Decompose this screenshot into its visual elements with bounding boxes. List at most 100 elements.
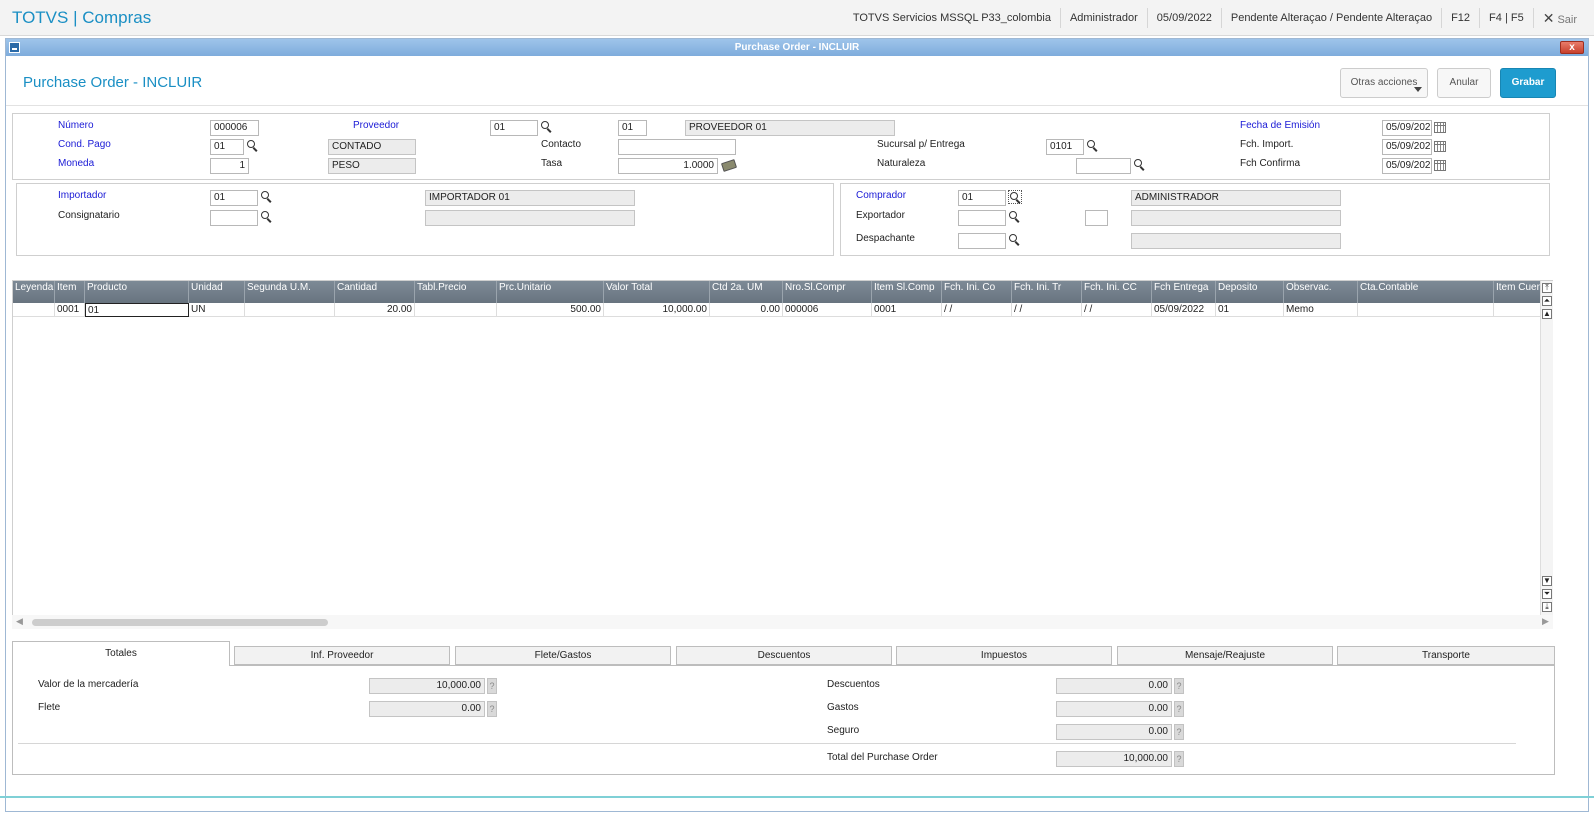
grid-horizontal-scrollbar[interactable]: ◀ ▶	[12, 615, 1553, 629]
fch-import-calendar-icon[interactable]	[1434, 141, 1446, 152]
sucursal-entrega-field[interactable]: 0101	[1046, 139, 1084, 155]
scroll-thumb[interactable]	[32, 619, 328, 626]
cell-ctd-2a-um[interactable]: 0.00	[710, 303, 783, 317]
cond-pago-search-icon[interactable]	[246, 139, 260, 153]
user-label[interactable]: Administrador	[1059, 8, 1147, 28]
sucursal-entrega-search-icon[interactable]	[1086, 139, 1100, 153]
anular-button[interactable]: Anular	[1437, 68, 1491, 98]
date-label[interactable]: 05/09/2022	[1146, 8, 1221, 28]
cell-item-sl-comp[interactable]: 0001	[872, 303, 942, 317]
proveedor-search-icon[interactable]	[540, 120, 554, 134]
col-unidad[interactable]: Unidad	[189, 281, 245, 303]
exportador-search-icon[interactable]	[1008, 210, 1022, 224]
consignatario-search-icon[interactable]	[260, 210, 274, 224]
col-item-sl-comp[interactable]: Item Sl.Comp	[872, 281, 942, 303]
proveedor-store-field[interactable]: 01	[618, 120, 647, 136]
cell-prc-unitario[interactable]: 500.00	[497, 303, 604, 317]
naturaleza-field[interactable]	[1076, 158, 1131, 174]
gastos-help-icon[interactable]: ?	[1174, 701, 1184, 717]
proveedor-code-field[interactable]: 01	[490, 120, 538, 136]
col-fch-ini-cc[interactable]: Fch. Ini. CC	[1082, 281, 1152, 303]
col-ctd-2a-um[interactable]: Ctd 2a. UM	[710, 281, 783, 303]
grid-vertical-scrollbar[interactable]: ⤒ ⏶ ▲ ▼ ⏷ ⤓	[1540, 281, 1553, 617]
scroll-left-icon[interactable]: ◀	[16, 616, 23, 627]
scroll-page-down-icon[interactable]: ⏷	[1542, 589, 1552, 599]
comprador-search-icon[interactable]	[1008, 190, 1022, 204]
cell-observac[interactable]: Memo	[1284, 303, 1358, 317]
table-row[interactable]: 0001 01 UN 20.00 500.00 10,000.00 0.00 0…	[13, 303, 1552, 317]
exit-button[interactable]: ✕ Sair	[1532, 8, 1586, 28]
tab-flete-gastos[interactable]: Flete/Gastos	[455, 646, 671, 665]
cell-unidad[interactable]: UN	[189, 303, 245, 317]
tasa-field[interactable]: 1.0000	[618, 158, 718, 174]
descuentos-help-icon[interactable]: ?	[1174, 678, 1184, 694]
col-valor-total[interactable]: Valor Total	[604, 281, 710, 303]
col-prc-unitario[interactable]: Prc.Unitario	[497, 281, 604, 303]
scroll-page-up-icon[interactable]: ⏶	[1542, 296, 1552, 306]
cond-pago-code-field[interactable]: 01	[210, 139, 244, 155]
tab-mensaje-reajuste[interactable]: Mensaje/Reajuste	[1117, 646, 1333, 665]
f4-f5-shortcut[interactable]: F4 | F5	[1479, 8, 1533, 28]
tab-totales[interactable]: Totales	[12, 641, 230, 666]
numero-field[interactable]: 000006	[210, 120, 259, 136]
consignatario-code-field[interactable]	[210, 210, 258, 226]
tab-inf-proveedor[interactable]: Inf. Proveedor	[234, 646, 450, 665]
despachante-code-field[interactable]	[958, 233, 1006, 249]
valor-mercaderia-help-icon[interactable]: ?	[487, 678, 497, 694]
col-cta-contable[interactable]: Cta.Contable	[1358, 281, 1494, 303]
col-item-cuenta[interactable]: Item Cuenta	[1494, 281, 1542, 303]
cell-fch-ini-co[interactable]: / /	[942, 303, 1012, 317]
scroll-up-icon[interactable]: ▲	[1542, 309, 1552, 319]
cell-leyenda[interactable]	[13, 303, 55, 317]
cell-nro-sl-compr[interactable]: 000006	[783, 303, 872, 317]
exportador-code-field[interactable]	[958, 210, 1006, 226]
cell-fch-entrega[interactable]: 05/09/2022	[1152, 303, 1216, 317]
moneda-field[interactable]: 1	[210, 158, 249, 174]
tab-impuestos[interactable]: Impuestos	[896, 646, 1112, 665]
col-nro-sl-compr[interactable]: Nro.Sl.Compr	[783, 281, 872, 303]
col-item[interactable]: Item	[55, 281, 85, 303]
cell-cta-contable[interactable]	[1358, 303, 1494, 317]
importador-code-field[interactable]: 01	[210, 190, 258, 206]
col-observac[interactable]: Observac.	[1284, 281, 1358, 303]
pending-label[interactable]: Pendente Alteraçao / Pendente Alteraçao	[1220, 8, 1441, 28]
cell-segunda-um[interactable]	[245, 303, 335, 317]
otras-acciones-button[interactable]: Otras acciones	[1340, 68, 1428, 98]
cell-deposito[interactable]: 01	[1216, 303, 1284, 317]
scroll-right-icon[interactable]: ▶	[1542, 616, 1549, 627]
seguro-help-icon[interactable]: ?	[1174, 724, 1184, 740]
cell-fch-ini-tr[interactable]: / /	[1012, 303, 1082, 317]
col-cantidad[interactable]: Cantidad	[335, 281, 415, 303]
scroll-top-icon[interactable]: ⤒	[1542, 283, 1552, 293]
exchange-rate-icon[interactable]	[720, 159, 738, 172]
col-deposito[interactable]: Deposito	[1216, 281, 1284, 303]
scroll-down-icon[interactable]: ▼	[1542, 576, 1552, 586]
cell-cantidad[interactable]: 20.00	[335, 303, 415, 317]
scroll-bottom-icon[interactable]: ⤓	[1542, 602, 1552, 612]
fch-confirma-field[interactable]: 05/09/2022	[1382, 158, 1432, 174]
total-help-icon[interactable]: ?	[1174, 751, 1184, 767]
exportador-store-field[interactable]	[1085, 210, 1108, 226]
grabar-button[interactable]: Grabar	[1500, 68, 1556, 98]
window-close-button[interactable]: x	[1560, 41, 1584, 54]
naturaleza-search-icon[interactable]	[1133, 158, 1147, 172]
fecha-emision-field[interactable]: 05/09/2022	[1382, 120, 1432, 136]
cell-valor-total[interactable]: 10,000.00	[604, 303, 710, 317]
environment-label[interactable]: TOTVS Servicios MSSQL P33_colombia	[844, 8, 1060, 28]
cell-tabl-precio[interactable]	[415, 303, 497, 317]
col-fch-ini-co[interactable]: Fch. Ini. Co	[942, 281, 1012, 303]
importador-search-icon[interactable]	[260, 190, 274, 204]
col-fch-entrega[interactable]: Fch Entrega	[1152, 281, 1216, 303]
cell-item-cuenta[interactable]	[1494, 303, 1542, 317]
tab-transporte[interactable]: Transporte	[1337, 646, 1555, 665]
f12-shortcut[interactable]: F12	[1441, 8, 1479, 28]
despachante-search-icon[interactable]	[1008, 233, 1022, 247]
fch-import-field[interactable]: 05/09/2022	[1382, 139, 1432, 155]
contacto-field[interactable]	[618, 139, 736, 155]
col-producto[interactable]: Producto	[85, 281, 189, 303]
cell-item[interactable]: 0001	[55, 303, 85, 317]
fch-confirma-calendar-icon[interactable]	[1434, 160, 1446, 171]
tab-descuentos[interactable]: Descuentos	[676, 646, 892, 665]
col-tabl-precio[interactable]: Tabl.Precio	[415, 281, 497, 303]
cell-fch-ini-cc[interactable]: / /	[1082, 303, 1152, 317]
